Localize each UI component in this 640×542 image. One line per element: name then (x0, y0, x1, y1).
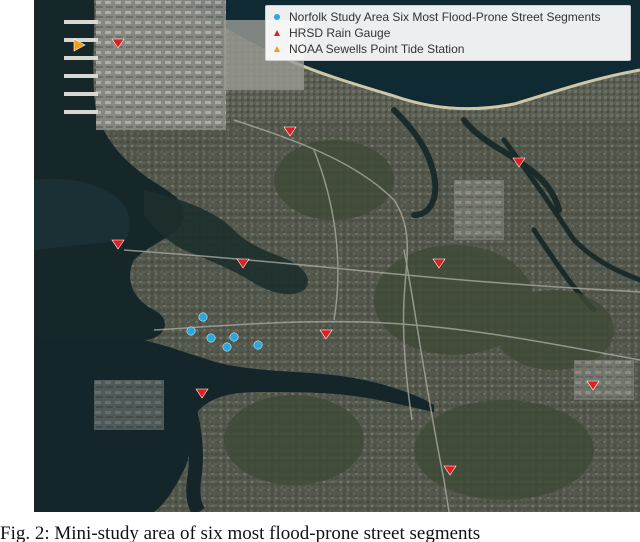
satellite-map[interactable] (34, 0, 640, 512)
map-legend: Norfolk Study Area Six Most Flood-Prone … (265, 5, 631, 61)
legend-label: Norfolk Study Area Six Most Flood-Prone … (289, 10, 601, 24)
industrial-area-1 (454, 180, 504, 240)
flood-segment-marker[interactable] (186, 326, 196, 336)
flood-segment-marker[interactable] (198, 312, 208, 322)
legend-item-tide-station: NOAA Sewells Point Tide Station (272, 41, 624, 57)
legend-label: HRSD Rain Gauge (289, 26, 391, 40)
legend-item-rain-gauge: HRSD Rain Gauge (272, 25, 624, 41)
map-canvas (34, 0, 640, 512)
flood-segment-marker[interactable] (253, 340, 263, 350)
figure: Norfolk Study Area Six Most Flood-Prone … (0, 0, 640, 542)
naval-station (96, 0, 226, 130)
industrial-area-3 (94, 380, 164, 430)
flood-segment-marker[interactable] (229, 332, 239, 342)
red-triangle-icon (272, 28, 282, 38)
industrial-area-2 (574, 360, 634, 400)
legend-label: NOAA Sewells Point Tide Station (289, 42, 465, 56)
legend-item-flood-segments: Norfolk Study Area Six Most Flood-Prone … (272, 9, 624, 25)
flood-segment-marker[interactable] (206, 333, 216, 343)
figure-caption: Fig. 2: Mini-study area of six most floo… (0, 523, 481, 542)
orange-triangle-icon (272, 44, 282, 54)
flood-segment-marker[interactable] (222, 342, 232, 352)
blue-circle-icon (272, 12, 282, 22)
